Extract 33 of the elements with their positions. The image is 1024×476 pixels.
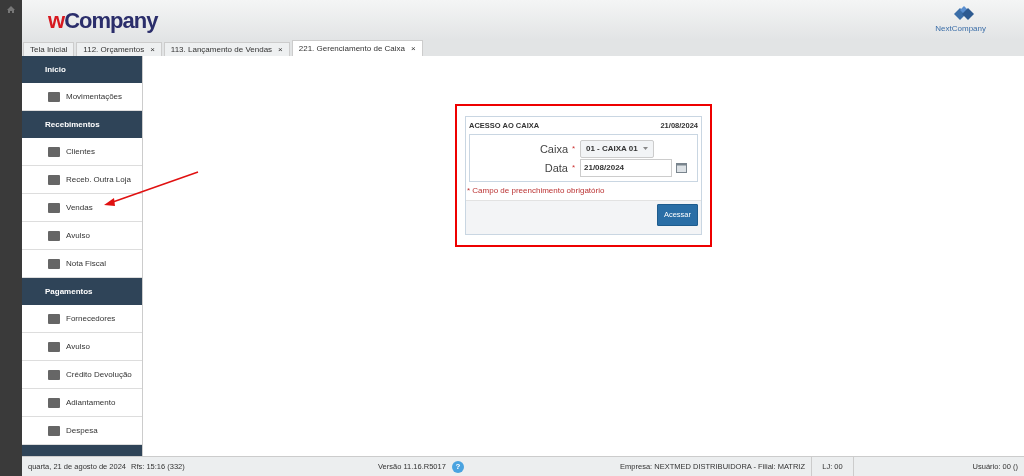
close-icon[interactable]: × [278,43,283,56]
sidebar-section-header[interactable]: Início [22,56,142,83]
select-field[interactable]: 01 - CAIXA 01 [580,139,654,158]
menu-item-icon [48,202,60,213]
sidebar-section-header[interactable]: Pagamentos [22,278,142,305]
field-label: Data [543,160,569,176]
home-icon[interactable] [7,6,15,13]
partner-logo-text: NextCompany [935,23,986,35]
date-field[interactable]: 21/08/2024 [580,158,672,177]
sidebar-section-header[interactable]: Recebimentos [22,111,142,138]
required-note: * Campo de preenchimento obrigatório [466,185,606,198]
menu-item-icon [48,369,60,380]
menu-item-icon [48,341,60,352]
tab[interactable]: Tela Inicial [23,42,75,56]
menu-item-icon [48,313,60,324]
close-icon[interactable]: × [150,43,155,56]
menu-item-icon [48,425,60,436]
required-mark: * [572,161,577,174]
menu-item-icon [48,146,60,157]
calendar-icon[interactable] [676,162,687,174]
tab[interactable]: 112. Orçamentos × [76,42,162,56]
menu-item-icon [48,174,60,185]
dropdown-caret-icon [642,147,648,151]
company-logo: wCompany [48,6,158,35]
field-label: Caixa [538,141,569,157]
menu-item-icon [48,91,60,102]
close-icon[interactable]: × [411,42,416,55]
tab[interactable]: 113. Lançamento de Vendas × [163,42,290,56]
menu-item-icon [48,230,60,241]
tab[interactable]: 221. Gerenciamento de Caixa × [291,40,423,56]
menu-item-icon [48,397,60,408]
required-mark: * [572,142,577,155]
menu-item-icon [48,258,60,269]
